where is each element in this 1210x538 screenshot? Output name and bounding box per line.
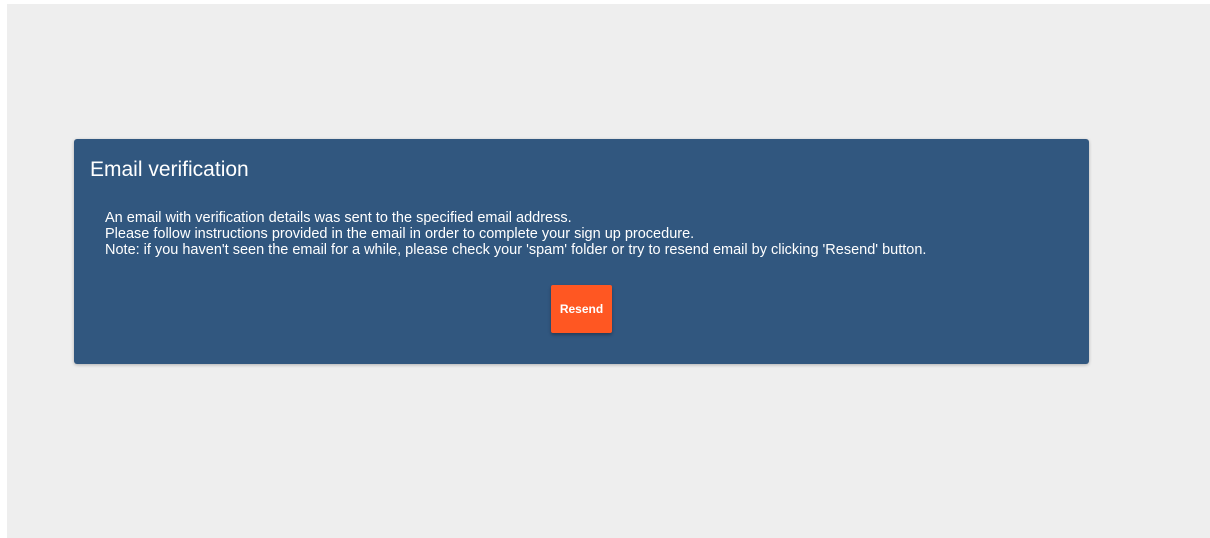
- message-line-sent: An email with verification details was s…: [105, 210, 572, 226]
- card-title: Email verification: [90, 158, 249, 181]
- message-line-note: Note: if you haven't seen the email for …: [105, 242, 927, 258]
- email-verification-card: Email verification An email with verific…: [74, 139, 1089, 364]
- page-background: Email verification An email with verific…: [7, 4, 1210, 538]
- card-message: An email with verification details was s…: [105, 210, 926, 258]
- resend-button[interactable]: Resend: [551, 285, 612, 333]
- message-line-instructions: Please follow instructions provided in t…: [105, 226, 695, 242]
